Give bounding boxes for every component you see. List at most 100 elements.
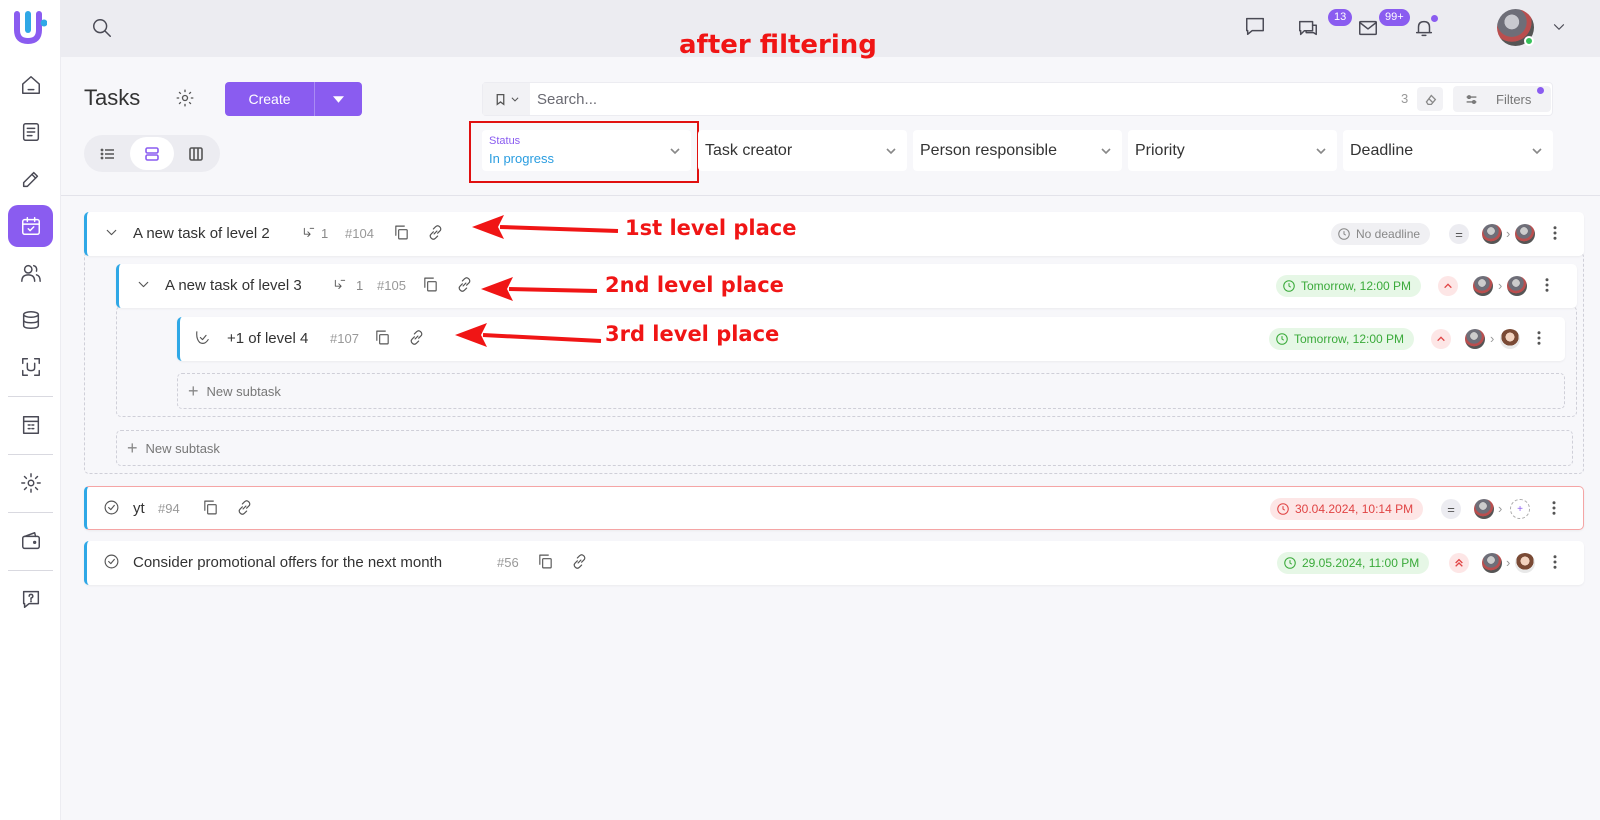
sidebar-edit-icon[interactable] [8,158,53,200]
bookmark-dropdown[interactable] [483,83,530,115]
tree-view-icon[interactable] [130,137,174,170]
deadline-badge[interactable]: 30.04.2024, 10:14 PM [1270,498,1424,520]
gear-icon[interactable] [175,88,195,113]
creator-avatar[interactable] [1474,499,1494,519]
responsible-avatar[interactable] [1515,553,1535,573]
task-row[interactable]: yt #94 30.04.2024, 10:14 PM = › + [84,486,1584,530]
creator-avatar[interactable] [1465,329,1485,349]
header-divider [61,195,1600,196]
deadline-badge[interactable]: No deadline [1331,223,1431,245]
annotation-arrow-1 [472,215,619,239]
new-subtask-label: New subtask [206,383,281,399]
responsible-avatar[interactable] [1507,276,1527,296]
task-title[interactable]: Consider promotional offers for the next… [133,554,442,571]
clear-filters-icon[interactable] [1417,87,1443,111]
chevron-right-icon: › [1498,278,1503,293]
task-title[interactable]: yt [133,500,145,517]
more-icon[interactable] [1545,499,1563,522]
priority-high-icon[interactable] [1438,276,1458,296]
task-complete-icon[interactable] [103,499,120,521]
person-responsible-filter[interactable]: Person responsible [913,130,1122,171]
task-title[interactable]: A new task of level 3 [165,277,302,294]
add-responsible-icon[interactable]: + [1510,499,1530,519]
creator-avatar[interactable] [1482,224,1502,244]
sidebar-help-icon[interactable] [8,578,53,620]
priority-normal-icon[interactable]: = [1449,224,1469,244]
kanban-view-icon[interactable] [174,137,218,170]
create-button[interactable]: Create [225,82,362,116]
sidebar-divider [8,570,53,571]
sidebar-feed-icon[interactable] [8,111,53,153]
notification-dot [1431,15,1438,22]
chevron-right-icon: › [1506,226,1511,241]
task-id: #56 [497,555,519,570]
priority-normal-icon[interactable]: = [1441,499,1461,519]
task-row[interactable]: Consider promotional offers for the next… [84,541,1584,585]
sidebar-building-icon[interactable] [8,404,53,446]
sidebar-database-icon[interactable] [8,299,53,341]
create-dropdown-button[interactable] [314,82,362,116]
copy-icon[interactable] [537,553,554,575]
task-id: #107 [330,331,359,346]
task-complete-icon[interactable] [194,329,211,351]
sidebar-tasks-calendar-icon[interactable] [8,205,53,247]
chat-icon[interactable] [1244,15,1266,42]
copy-icon[interactable] [374,329,391,351]
copy-icon[interactable] [393,224,410,246]
new-subtask-button[interactable]: + New subtask [116,430,1573,466]
task-row[interactable]: A new task of level 2 1 #104 No deadline… [84,212,1584,256]
deadline-badge[interactable]: Tomorrow, 12:00 PM [1276,275,1422,297]
sidebar-settings-icon[interactable] [8,462,53,504]
link-icon[interactable] [456,276,473,298]
responsible-avatar[interactable] [1500,329,1520,349]
app-logo-icon[interactable] [13,10,47,44]
task-title[interactable]: +1 of level 4 [227,330,308,347]
link-icon[interactable] [408,329,425,351]
more-icon[interactable] [1546,224,1564,247]
sidebar-home-icon[interactable] [8,64,53,106]
more-icon[interactable] [1546,553,1564,576]
annotation-arrow-2 [481,277,598,301]
link-icon[interactable] [571,553,588,575]
link-icon[interactable] [236,499,253,521]
copy-icon[interactable] [202,499,219,521]
annotation-level-1: 1st level place [625,216,797,240]
messages-icon[interactable] [1297,17,1319,44]
copy-icon[interactable] [422,276,439,298]
chevron-down-icon[interactable] [1550,18,1568,41]
responsible-avatar[interactable] [1515,224,1535,244]
creator-avatar[interactable] [1482,553,1502,573]
priority-filter[interactable]: Priority [1128,130,1337,171]
creator-avatar[interactable] [1473,276,1493,296]
task-title[interactable]: A new task of level 2 [133,225,270,242]
link-icon[interactable] [427,224,444,246]
search-icon[interactable] [91,17,113,44]
filter-count: 3 [1401,91,1409,106]
person-responsible-label: Person responsible [920,142,1057,159]
sidebar-scan-icon[interactable] [8,346,53,388]
search-input[interactable] [537,88,1337,110]
sidebar-users-icon[interactable] [8,252,53,294]
task-row[interactable]: A new task of level 3 1 #105 Tomorrow, 1… [116,264,1577,308]
more-icon[interactable] [1530,329,1548,352]
clock-icon [1338,228,1350,240]
deadline-badge[interactable]: 29.05.2024, 11:00 PM [1277,552,1430,574]
collapse-chevron-icon[interactable] [103,224,120,246]
list-view-icon[interactable] [86,137,130,170]
collapse-chevron-icon[interactable] [135,276,152,298]
plus-icon: + [127,437,138,458]
annotation-title: after filtering [679,30,877,60]
task-creator-filter[interactable]: Task creator [698,130,907,171]
sidebar-wallet-icon[interactable] [8,520,53,562]
priority-high-icon[interactable] [1431,329,1451,349]
deadline-badge[interactable]: Tomorrow, 12:00 PM [1269,328,1415,350]
task-row[interactable]: +1 of level 4 #107 Tomorrow, 12:00 PM › [177,317,1565,361]
priority-urgent-icon[interactable] [1449,553,1469,573]
messages-badge: 13 [1328,9,1353,26]
new-subtask-button[interactable]: + New subtask [177,373,1565,409]
deadline-filter[interactable]: Deadline [1343,130,1553,171]
task-complete-icon[interactable] [103,553,120,575]
chevron-down-icon [1100,144,1112,162]
mail-icon[interactable] [1357,17,1379,44]
more-icon[interactable] [1538,276,1556,299]
